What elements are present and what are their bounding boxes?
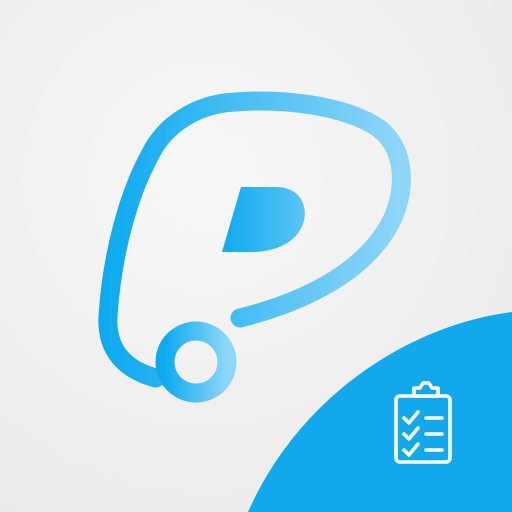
p-logo-icon (98, 91, 411, 403)
p-logo-bowl (222, 187, 305, 252)
app-icon[interactable] (0, 0, 512, 512)
p-logo-ring (155, 321, 237, 403)
app-icon-graphic (98, 91, 512, 512)
corner-badge (248, 312, 512, 512)
